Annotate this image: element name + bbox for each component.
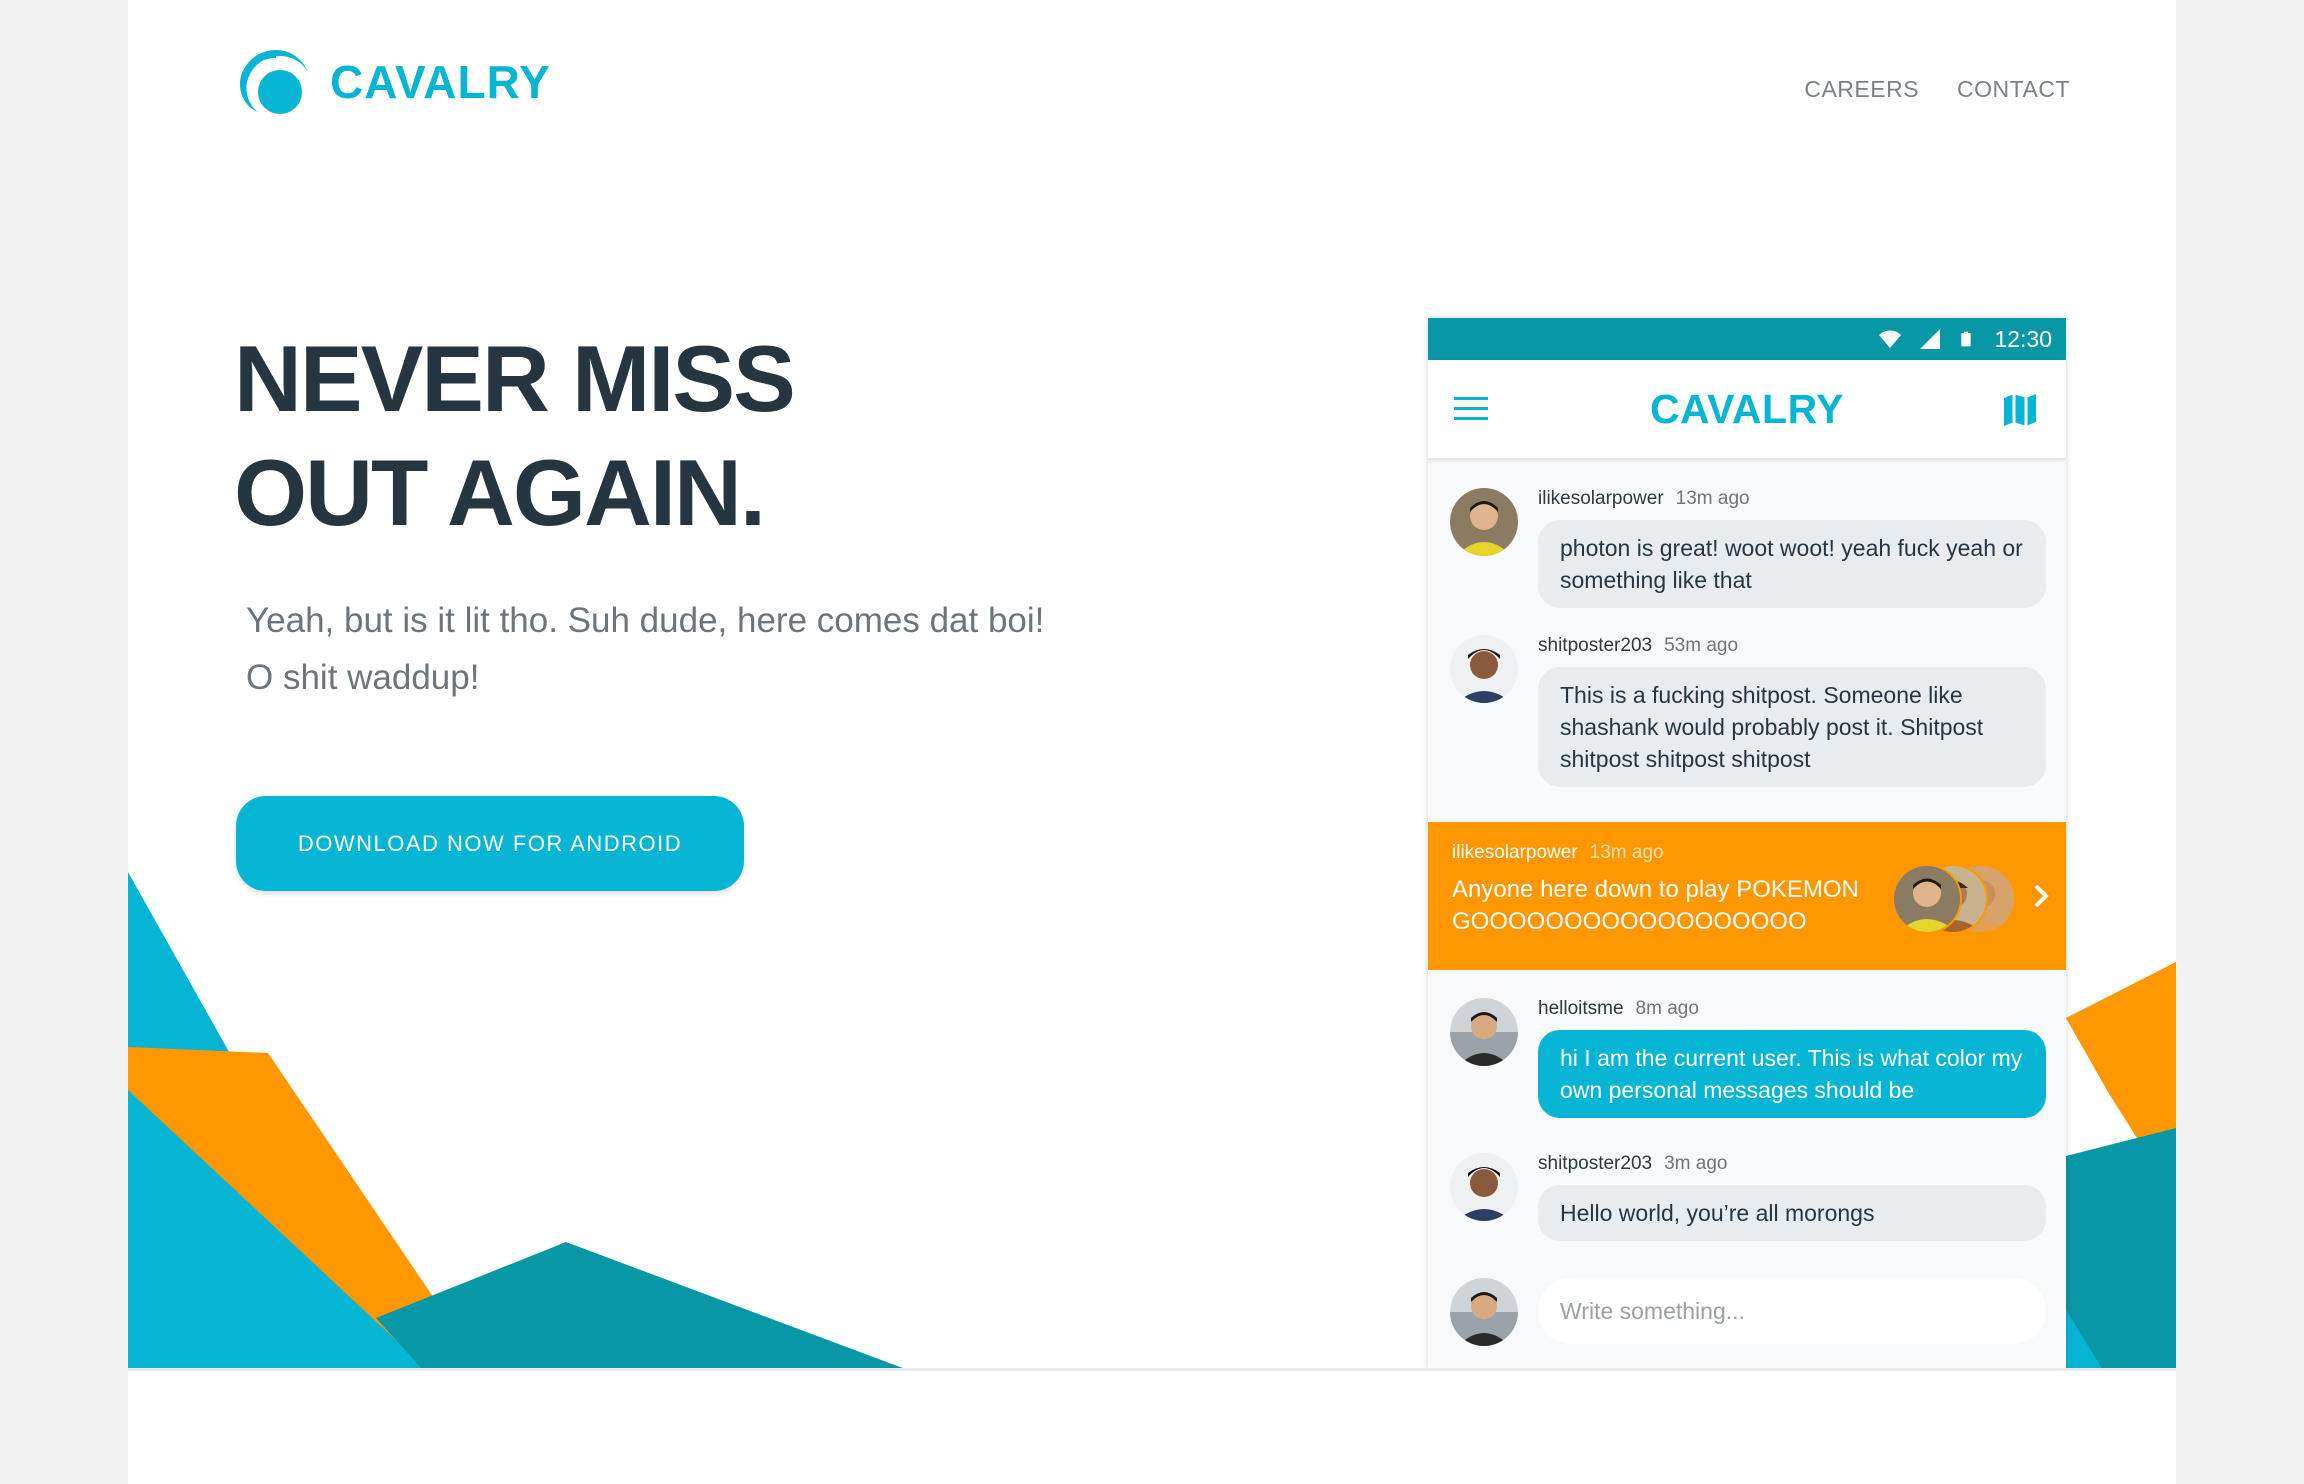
message-username[interactable]: shitposter203 <box>1538 635 1652 656</box>
avatar[interactable] <box>1450 998 1518 1066</box>
nav-careers-link[interactable]: CAREERS <box>1804 76 1919 103</box>
event-banner[interactable]: ilikesolarpower 13m ago Anyone here down … <box>1428 822 2066 970</box>
event-meta: ilikesolarpower 13m ago <box>1452 842 1664 864</box>
message-username[interactable]: helloitsme <box>1538 998 1624 1019</box>
shape-teal-right <box>2066 1128 2176 1370</box>
subtext-line-2: O shit waddup! <box>246 658 480 697</box>
app-title: CAVALRY <box>1649 386 1845 432</box>
message-meta: ilikesolarpower 13m ago <box>1538 488 1750 510</box>
message-username[interactable]: ilikesolarpower <box>1538 488 1664 509</box>
current-user-avatar[interactable] <box>1450 1278 1518 1346</box>
message-composer <box>1428 1278 2066 1370</box>
message-time: 3m ago <box>1664 1153 1728 1174</box>
message-bubble: This is a fucking shitpost. Someone like… <box>1538 667 2046 787</box>
hero-headline: NEVER MISS OUT AGAIN. <box>234 322 934 550</box>
message-time: 53m ago <box>1664 635 1739 656</box>
battery-icon <box>1961 331 1972 347</box>
event-attendees[interactable] <box>1892 864 2016 934</box>
wifi-icon <box>1879 330 1902 348</box>
map-icon[interactable] <box>2002 392 2038 428</box>
message-meta: shitposter203 3m ago <box>1538 1153 1727 1175</box>
event-text: Anyone here down to play POKEMON GOOOOOO… <box>1452 876 1859 935</box>
brand-logo[interactable]: CAVALRY <box>236 46 551 118</box>
avatar[interactable] <box>1450 635 1518 703</box>
hero-subtext: Yeah, but is it lit tho. Suh dude, here … <box>246 592 1126 706</box>
status-time: 12:30 <box>1994 325 2052 352</box>
app-bar: CAVALRY <box>1428 360 2066 458</box>
subtext-line-1: Yeah, but is it lit tho. Suh dude, here … <box>246 601 1045 640</box>
hero-section: CAVALRY CAREERS CONTACT NEVER MISS OUT A… <box>128 0 2176 1370</box>
headline-line-1: NEVER MISS <box>234 326 796 431</box>
status-bar: 12:30 <box>1428 318 2066 360</box>
download-android-button[interactable]: DOWNLOAD NOW FOR ANDROID <box>236 796 744 891</box>
message-bubble: Hello world, you’re all morongs <box>1538 1185 2046 1241</box>
message-bubble: photon is great! woot woot! yeah fuck ye… <box>1538 520 2046 608</box>
top-nav: CAREERS CONTACT <box>1804 76 2070 103</box>
page: CAVALRY CAREERS CONTACT NEVER MISS OUT A… <box>128 0 2176 1484</box>
headline-line-2: OUT AGAIN. <box>234 440 766 545</box>
below-fold-section <box>128 1371 2176 1484</box>
message-time: 13m ago <box>1675 488 1750 509</box>
message-meta: shitposter203 53m ago <box>1538 635 1738 657</box>
attendee-avatar <box>1892 864 1962 934</box>
avatar[interactable] <box>1450 1153 1518 1221</box>
brand-name: CAVALRY <box>330 56 551 108</box>
chevron-right-icon[interactable] <box>2032 882 2050 910</box>
phone-mockup: 12:30 CAVALRY ilikesolarpower 13m ago ph… <box>1428 318 2066 1370</box>
event-time: 13m ago <box>1589 842 1664 863</box>
message-username[interactable]: shitposter203 <box>1538 1153 1652 1174</box>
avatar[interactable] <box>1450 488 1518 556</box>
message-meta: helloitsme 8m ago <box>1538 998 1699 1020</box>
cavalry-logo-icon <box>240 50 308 114</box>
message-bubble-own: hi I am the current user. This is what c… <box>1538 1030 2046 1118</box>
signal-icon <box>1920 329 1941 349</box>
nav-contact-link[interactable]: CONTACT <box>1957 76 2070 103</box>
message-input[interactable] <box>1538 1278 2046 1344</box>
shape-teal-left <box>376 1242 908 1370</box>
message-time: 8m ago <box>1635 998 1699 1019</box>
event-username[interactable]: ilikesolarpower <box>1452 842 1578 863</box>
